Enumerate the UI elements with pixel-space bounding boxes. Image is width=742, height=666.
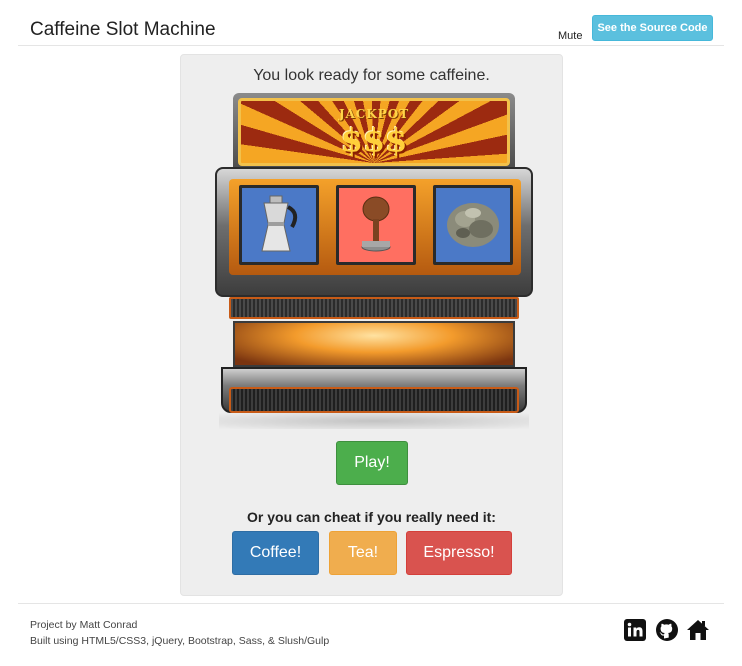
play-button[interactable]: Play! (336, 441, 408, 485)
cheat-prompt: Or you can cheat if you really need it: (247, 509, 496, 525)
header: Caffeine Slot Machine Mute See the Sourc… (18, 0, 724, 46)
page-title: Caffeine Slot Machine (30, 19, 216, 40)
tea-leaves-icon (447, 203, 499, 247)
linkedin-icon[interactable] (623, 618, 647, 642)
see-source-code-button[interactable]: See the Source Code (592, 15, 713, 41)
machine-vent (229, 297, 519, 319)
mute-toggle[interactable]: Mute (558, 30, 582, 42)
home-icon[interactable] (686, 618, 710, 642)
footer-built-with: Built using HTML5/CSS3, jQuery, Bootstra… (30, 635, 330, 647)
footer-credit: Project by Matt Conrad (30, 619, 138, 631)
tamper-icon (361, 196, 391, 252)
machine-lightbox (233, 321, 515, 367)
machine-shadow (219, 413, 529, 429)
reel-2 (336, 185, 416, 265)
machine-grille (229, 387, 519, 413)
reel-housing (215, 167, 533, 297)
dollar-signs: $$$ (340, 121, 408, 159)
jackpot-sign: JACKPOT $$$ (238, 98, 510, 166)
reel-1 (239, 185, 319, 265)
tea-button[interactable]: Tea! (329, 531, 397, 575)
slot-machine-panel: You look ready for some caffeine. JACKPO… (180, 54, 563, 596)
github-icon[interactable] (655, 618, 679, 642)
status-text: You look ready for some caffeine. (253, 67, 490, 84)
moka-pot-icon (261, 195, 298, 252)
espresso-button[interactable]: Espresso! (406, 531, 512, 575)
reel-3 (433, 185, 513, 265)
slot-machine: JACKPOT $$$ (211, 91, 536, 436)
reel-strip (229, 179, 521, 275)
coffee-button[interactable]: Coffee! (232, 531, 319, 575)
machine-marquee: JACKPOT $$$ (233, 93, 515, 171)
jackpot-label: JACKPOT (338, 107, 410, 121)
footer: Project by Matt Conrad Built using HTML5… (18, 603, 724, 666)
